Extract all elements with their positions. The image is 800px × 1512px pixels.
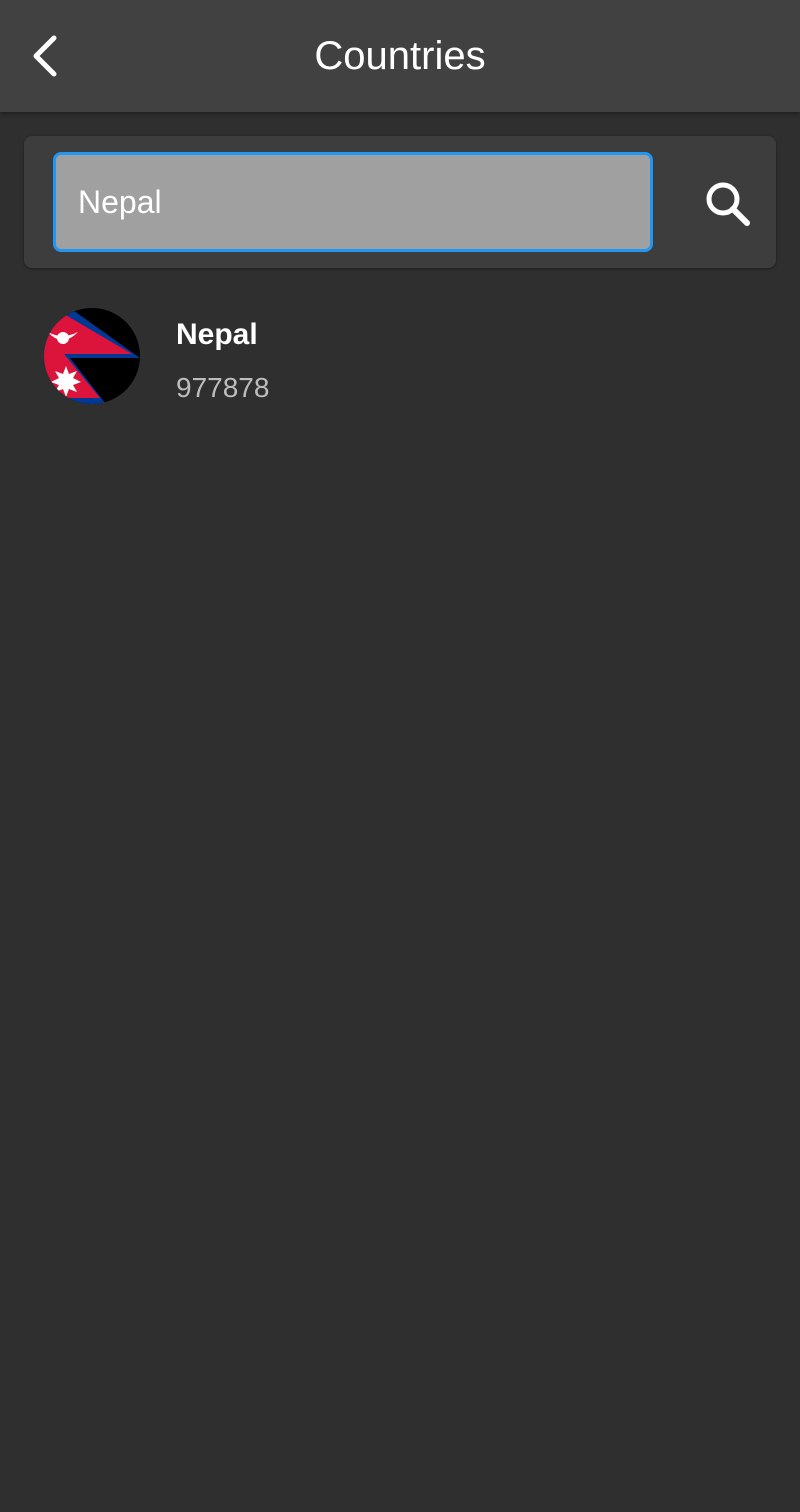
country-name: Nepal: [176, 318, 258, 351]
nepal-flag-icon: [44, 308, 140, 404]
app-root: Countries Nepal Nepal 977878: [0, 0, 800, 1512]
search-input[interactable]: [53, 152, 653, 252]
chevron-left-icon: [33, 35, 57, 77]
search-icon: [706, 182, 750, 226]
page-title: Countries: [314, 34, 486, 78]
country-list: Nepal 977878: [0, 288, 800, 424]
back-button[interactable]: [18, 26, 74, 86]
list-item[interactable]: Nepal 977878: [0, 288, 800, 424]
country-code: 977878: [176, 372, 270, 403]
top-app-bar: Countries: [0, 0, 800, 112]
search-button[interactable]: [696, 172, 760, 236]
search-card: [24, 136, 776, 268]
